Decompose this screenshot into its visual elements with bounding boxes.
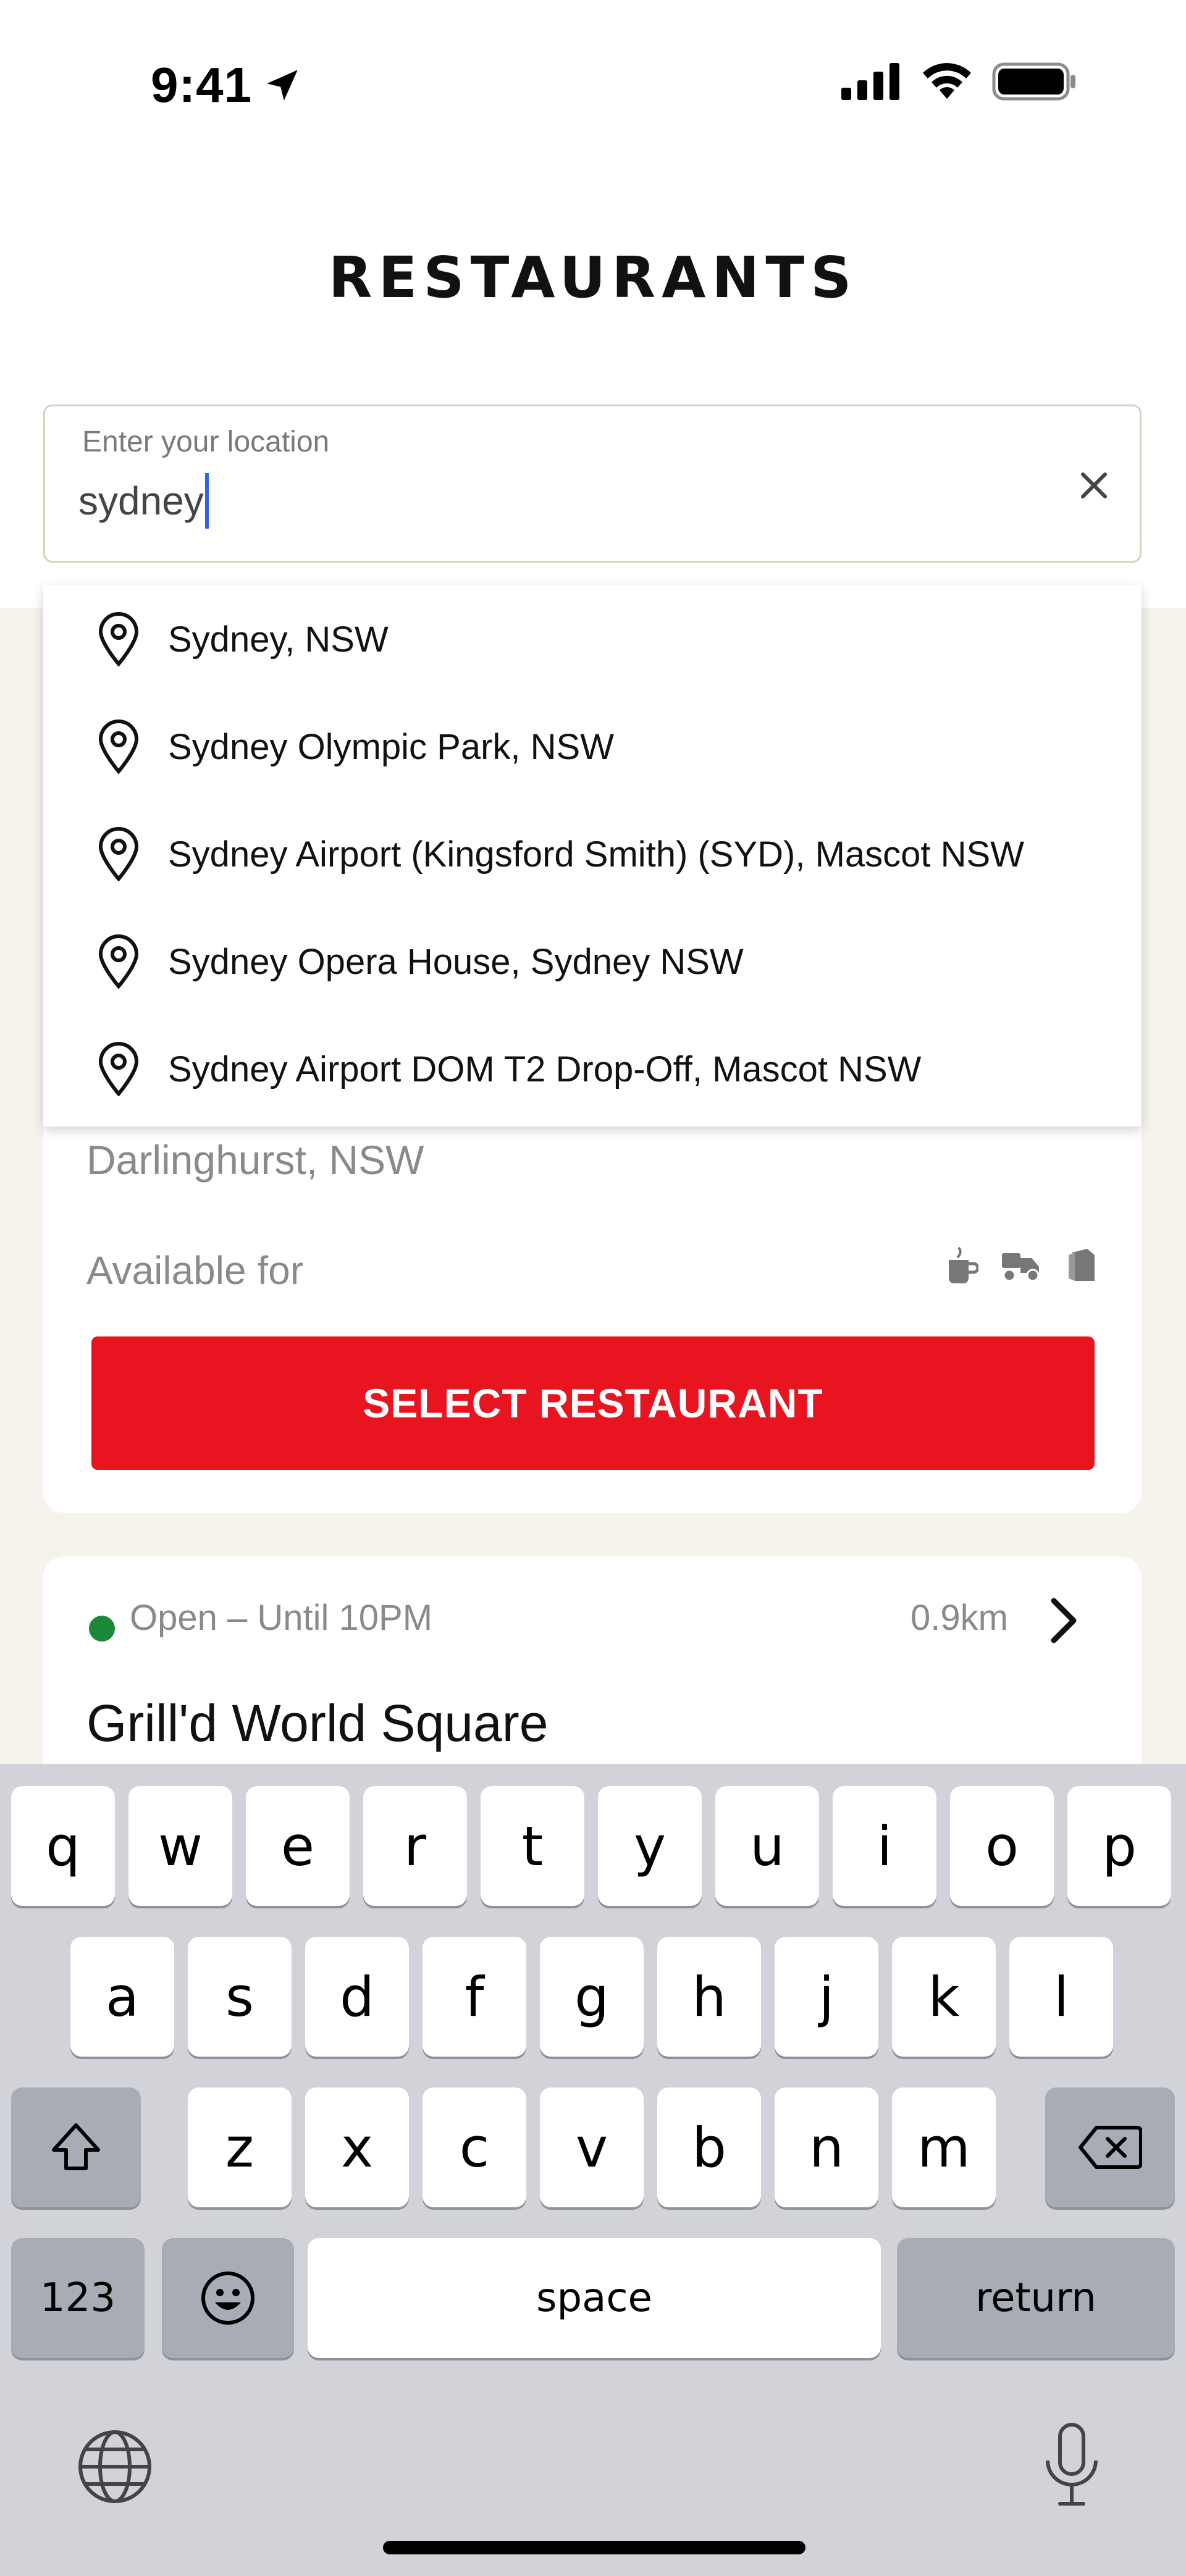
- open-status-text: Open – Until 10PM: [130, 1598, 433, 1638]
- map-pin-icon: [98, 720, 139, 774]
- map-pin-icon: [98, 1042, 139, 1096]
- close-icon: [1081, 472, 1107, 498]
- key-o[interactable]: o: [950, 1786, 1054, 1906]
- chevron-right-icon[interactable]: [1045, 1596, 1082, 1645]
- key-i[interactable]: i: [833, 1786, 936, 1906]
- return-key[interactable]: return: [897, 2238, 1175, 2358]
- key-d[interactable]: d: [305, 1937, 409, 2057]
- available-for-label: Available for: [86, 1248, 304, 1293]
- clear-search-button[interactable]: [1073, 464, 1115, 506]
- key-q[interactable]: q: [11, 1786, 115, 1906]
- key-h[interactable]: h: [657, 1937, 761, 2057]
- key-x[interactable]: x: [305, 2087, 409, 2207]
- key-c[interactable]: c: [423, 2087, 526, 2207]
- suggestion-item[interactable]: Sydney, NSW: [43, 585, 1142, 693]
- key-a[interactable]: a: [70, 1937, 174, 2057]
- suggestion-item[interactable]: Sydney Airport DOM T2 Drop-Off, Mascot N…: [43, 1015, 1142, 1123]
- key-j[interactable]: j: [775, 1937, 878, 2057]
- map-pin-icon: [98, 612, 139, 666]
- suggestion-label: Sydney Olympic Park, NSW: [168, 726, 614, 767]
- key-y[interactable]: y: [598, 1786, 702, 1906]
- emoji-icon: [201, 2272, 254, 2325]
- globe-icon[interactable]: [77, 2428, 153, 2505]
- open-status-dot: [89, 1616, 115, 1642]
- wifi-icon: [923, 63, 971, 99]
- page-title: RESTAURANTS: [328, 245, 858, 311]
- suggestion-item[interactable]: Sydney Opera House, Sydney NSW: [43, 908, 1142, 1015]
- suggestion-label: Sydney Airport DOM T2 Drop-Off, Mascot N…: [168, 1049, 922, 1089]
- key-r[interactable]: r: [363, 1786, 467, 1906]
- suggestion-item[interactable]: Sydney Airport (Kingsford Smith) (SYD), …: [43, 800, 1142, 908]
- key-n[interactable]: n: [775, 2087, 878, 2207]
- key-k[interactable]: k: [892, 1937, 996, 2057]
- backspace-icon: [1079, 2126, 1142, 2169]
- map-pin-icon: [98, 934, 139, 989]
- battery-icon: [992, 62, 1075, 101]
- status-bar-icons: [841, 62, 1077, 101]
- text-caret: [204, 473, 209, 529]
- delivery-scooter-icon: [1002, 1253, 1040, 1282]
- key-w[interactable]: w: [128, 1786, 232, 1906]
- select-restaurant-button[interactable]: SELECT RESTAURANT: [91, 1336, 1095, 1470]
- suggestion-label: Sydney Opera House, Sydney NSW: [168, 941, 744, 982]
- key-z[interactable]: z: [188, 2087, 292, 2207]
- restaurant-address: Darlinghurst, NSW: [86, 1137, 424, 1183]
- coffee-cup-icon: [949, 1246, 978, 1283]
- location-search-field[interactable]: Enter your location sydney: [43, 405, 1142, 563]
- key-p[interactable]: p: [1067, 1786, 1171, 1906]
- time-label: 9:41: [151, 57, 253, 112]
- key-e[interactable]: e: [246, 1786, 350, 1906]
- suggestion-label: Sydney Airport (Kingsford Smith) (SYD), …: [168, 834, 1024, 875]
- suggestion-item[interactable]: Sydney Olympic Park, NSW: [43, 693, 1142, 800]
- search-input-value: sydney: [78, 479, 204, 523]
- key-s[interactable]: s: [188, 1937, 292, 2057]
- restaurant-name: Grill'd World Square: [86, 1694, 549, 1752]
- restaurant-card: Darlinghurst, NSW Available for SELECT R…: [43, 1112, 1142, 1513]
- key-b[interactable]: b: [657, 2087, 761, 2207]
- backspace-key[interactable]: [1045, 2087, 1175, 2207]
- suggestion-label: Sydney, NSW: [168, 619, 389, 660]
- shift-key[interactable]: [11, 2087, 141, 2207]
- key-m[interactable]: m: [892, 2087, 996, 2207]
- on-screen-keyboard: q w e r t y u i o p a s d f g h j k l z …: [0, 1764, 1186, 2576]
- takeaway-bag-icon: [1069, 1249, 1095, 1281]
- key-u[interactable]: u: [715, 1786, 819, 1906]
- key-t[interactable]: t: [481, 1786, 584, 1906]
- numbers-key[interactable]: 123: [11, 2238, 145, 2358]
- home-indicator: [383, 2541, 805, 2554]
- key-l[interactable]: l: [1009, 1937, 1113, 2057]
- status-bar-time: 9:41: [151, 57, 303, 114]
- microphone-icon[interactable]: [1043, 2422, 1101, 2507]
- key-g[interactable]: g: [540, 1937, 644, 2057]
- space-key[interactable]: space: [308, 2238, 881, 2358]
- key-v[interactable]: v: [540, 2087, 644, 2207]
- location-arrow-icon: [267, 70, 298, 101]
- cellular-signal-icon: [841, 63, 899, 100]
- shift-arrow-icon: [52, 2123, 100, 2170]
- search-field-label: Enter your location: [82, 426, 330, 458]
- emoji-key[interactable]: [162, 2238, 294, 2358]
- distance-label: 0.9km: [911, 1598, 1008, 1638]
- availability-icons: [944, 1246, 1098, 1285]
- map-pin-icon: [98, 827, 139, 881]
- key-f[interactable]: f: [423, 1937, 526, 2057]
- location-suggestions-list: Sydney, NSW Sydney Olympic Park, NSW Syd…: [43, 585, 1142, 1126]
- search-input[interactable]: sydney: [78, 473, 209, 529]
